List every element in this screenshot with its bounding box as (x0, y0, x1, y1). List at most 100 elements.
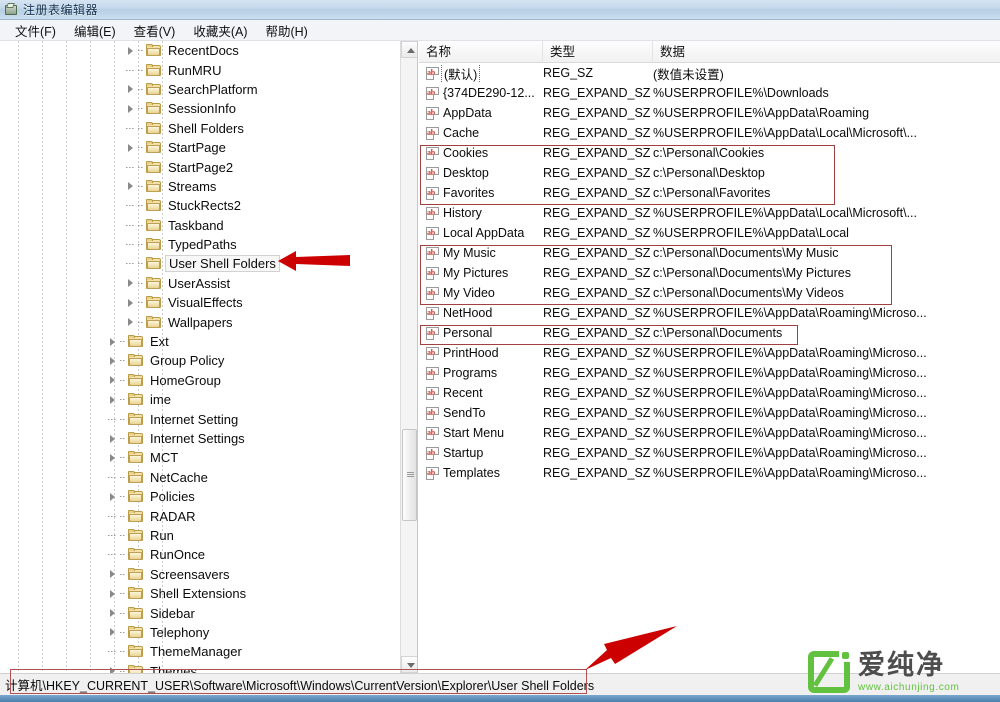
table-row[interactable]: DesktopREG_EXPAND_SZc:\Personal\Desktop (419, 163, 1000, 183)
tree-item-startpage2[interactable]: StartPage2 (0, 157, 400, 176)
expand-arrow-icon[interactable] (108, 666, 119, 673)
table-row[interactable]: FavoritesREG_EXPAND_SZc:\Personal\Favori… (419, 183, 1000, 203)
table-row[interactable]: CacheREG_EXPAND_SZ%USERPROFILE%\AppData\… (419, 123, 1000, 143)
expand-arrow-icon[interactable] (108, 569, 119, 580)
table-row[interactable]: Local AppDataREG_EXPAND_SZ%USERPROFILE%\… (419, 223, 1000, 243)
table-row[interactable]: NetHoodREG_EXPAND_SZ%USERPROFILE%\AppDat… (419, 303, 1000, 323)
tree-item-screensavers[interactable]: Screensavers (0, 565, 400, 584)
registry-values-pane[interactable]: 名称 类型 数据 (默认)REG_SZ(数值未设置){374DE290-12..… (419, 41, 1000, 673)
table-row[interactable]: Start MenuREG_EXPAND_SZ%USERPROFILE%\App… (419, 423, 1000, 443)
expand-arrow-icon[interactable] (108, 491, 119, 502)
table-row[interactable]: My VideoREG_EXPAND_SZc:\Personal\Documen… (419, 283, 1000, 303)
tree-item-visualeffects[interactable]: VisualEffects (0, 293, 400, 312)
table-row[interactable]: TemplatesREG_EXPAND_SZ%USERPROFILE%\AppD… (419, 463, 1000, 483)
tree-item-policies[interactable]: Policies (0, 487, 400, 506)
tree-item-stuckrects2[interactable]: StuckRects2 (0, 196, 400, 215)
table-row[interactable]: {374DE290-12...REG_EXPAND_SZ%USERPROFILE… (419, 83, 1000, 103)
registry-values-list[interactable]: (默认)REG_SZ(数值未设置){374DE290-12...REG_EXPA… (419, 63, 1000, 483)
tree-item-recentdocs[interactable]: RecentDocs (0, 41, 400, 60)
tree-connector-line (120, 632, 126, 633)
expand-arrow-icon[interactable] (126, 84, 137, 95)
column-header-data[interactable]: 数据 (653, 41, 1000, 63)
expand-arrow-icon[interactable] (108, 608, 119, 619)
table-row[interactable]: PersonalREG_EXPAND_SZc:\Personal\Documen… (419, 323, 1000, 343)
tree-connector-line (120, 671, 126, 672)
table-row[interactable]: (默认)REG_SZ(数值未设置) (419, 63, 1000, 83)
tree-item-user-shell-folders[interactable]: User Shell Folders (0, 254, 400, 273)
tree-item-mct[interactable]: MCT (0, 448, 400, 467)
expand-arrow-icon[interactable] (126, 103, 137, 114)
tree-scrollbar-thumb[interactable] (402, 429, 417, 521)
expand-arrow-icon[interactable] (108, 627, 119, 638)
expand-arrow-icon[interactable] (126, 142, 137, 153)
tree-item-sidebar[interactable]: Sidebar (0, 603, 400, 622)
tree-item-group-policy[interactable]: Group Policy (0, 351, 400, 370)
string-value-icon (426, 387, 439, 400)
tree-item-taskband[interactable]: Taskband (0, 216, 400, 235)
tree-item-sessioninfo[interactable]: SessionInfo (0, 99, 400, 118)
folder-icon (146, 199, 161, 212)
tree-item-ext[interactable]: Ext (0, 332, 400, 351)
expand-arrow-icon[interactable] (108, 336, 119, 347)
tree-item-internet-settings[interactable]: Internet Settings (0, 429, 400, 448)
tree-item-shell-folders[interactable]: Shell Folders (0, 119, 400, 138)
menu-help[interactable]: 帮助(H) (256, 19, 316, 42)
table-row[interactable]: My MusicREG_EXPAND_SZc:\Personal\Documen… (419, 243, 1000, 263)
expand-arrow-icon[interactable] (126, 297, 137, 308)
table-row[interactable]: AppDataREG_EXPAND_SZ%USERPROFILE%\AppDat… (419, 103, 1000, 123)
menu-favorites[interactable]: 收藏夹(A) (184, 19, 256, 42)
tree-item-userassist[interactable]: UserAssist (0, 274, 400, 293)
expand-arrow-icon[interactable] (126, 317, 137, 328)
tree-item-radar[interactable]: RADAR (0, 506, 400, 525)
tree-connector-line (138, 50, 144, 51)
menu-edit[interactable]: 编辑(E) (65, 19, 125, 42)
string-value-icon (426, 167, 439, 180)
column-header-type[interactable]: 类型 (543, 41, 653, 63)
expand-arrow-icon[interactable] (126, 181, 137, 192)
registry-tree[interactable]: RecentDocsRunMRUSearchPlatformSessionInf… (0, 41, 400, 673)
table-row[interactable]: SendToREG_EXPAND_SZ%USERPROFILE%\AppData… (419, 403, 1000, 423)
string-value-icon (426, 407, 439, 420)
tree-item-thememanager[interactable]: ThemeManager (0, 642, 400, 661)
expand-arrow-icon[interactable] (108, 588, 119, 599)
tree-item-typedpaths[interactable]: TypedPaths (0, 235, 400, 254)
table-row[interactable]: CookiesREG_EXPAND_SZc:\Personal\Cookies (419, 143, 1000, 163)
scroll-up-arrow-icon[interactable] (401, 41, 418, 58)
menu-file[interactable]: 文件(F) (6, 19, 65, 42)
folder-icon (128, 529, 143, 542)
expand-arrow-icon[interactable] (126, 45, 137, 56)
expand-arrow-icon[interactable] (108, 375, 119, 386)
tree-connector-line (138, 322, 144, 323)
table-row[interactable]: HistoryREG_EXPAND_SZ%USERPROFILE%\AppDat… (419, 203, 1000, 223)
table-row[interactable]: PrintHoodREG_EXPAND_SZ%USERPROFILE%\AppD… (419, 343, 1000, 363)
tree-item-startpage[interactable]: StartPage (0, 138, 400, 157)
tree-item-ime[interactable]: ime (0, 390, 400, 409)
tree-item-shell-extensions[interactable]: Shell Extensions (0, 584, 400, 603)
column-header-name[interactable]: 名称 (419, 41, 543, 63)
menu-view[interactable]: 查看(V) (125, 19, 185, 42)
expand-arrow-icon[interactable] (126, 278, 137, 289)
expand-arrow-icon[interactable] (108, 394, 119, 405)
tree-item-searchplatform[interactable]: SearchPlatform (0, 80, 400, 99)
value-name-label: Favorites (443, 186, 494, 200)
expand-arrow-icon[interactable] (108, 433, 119, 444)
tree-scrollbar[interactable] (400, 41, 417, 673)
table-row[interactable]: My PicturesREG_EXPAND_SZc:\Personal\Docu… (419, 263, 1000, 283)
tree-item-telephony[interactable]: Telephony (0, 623, 400, 642)
table-row[interactable]: RecentREG_EXPAND_SZ%USERPROFILE%\AppData… (419, 383, 1000, 403)
tree-item-internet-setting[interactable]: Internet Setting (0, 409, 400, 428)
tree-item-netcache[interactable]: NetCache (0, 468, 400, 487)
tree-item-runonce[interactable]: RunOnce (0, 545, 400, 564)
tree-item-streams[interactable]: Streams (0, 177, 400, 196)
tree-item-wallpapers[interactable]: Wallpapers (0, 312, 400, 331)
tree-item-runmru[interactable]: RunMRU (0, 60, 400, 79)
tree-item-homegroup[interactable]: HomeGroup (0, 371, 400, 390)
table-row[interactable]: StartupREG_EXPAND_SZ%USERPROFILE%\AppDat… (419, 443, 1000, 463)
scroll-down-arrow-icon[interactable] (401, 656, 418, 673)
registry-tree-pane[interactable]: RecentDocsRunMRUSearchPlatformSessionInf… (0, 41, 418, 673)
table-row[interactable]: ProgramsREG_EXPAND_SZ%USERPROFILE%\AppDa… (419, 363, 1000, 383)
expand-arrow-icon[interactable] (108, 452, 119, 463)
expand-arrow-icon[interactable] (108, 355, 119, 366)
tree-item-run[interactable]: Run (0, 526, 400, 545)
tree-item-themes[interactable]: Themes (0, 662, 400, 674)
